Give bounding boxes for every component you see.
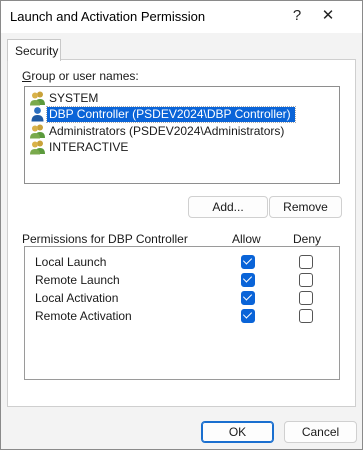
permission-name: Local Activation — [35, 291, 119, 305]
permission-row: Local Launch — [35, 253, 335, 271]
user-name: INTERACTIVE — [49, 140, 129, 154]
group-names-label: Group or user names: — [22, 69, 139, 83]
group-users-icon — [30, 124, 45, 139]
group-names-label-rest: roup or user names: — [31, 69, 139, 83]
user-name: Administrators (PSDEV2024\Administrators… — [49, 124, 285, 138]
dialog-window: Launch and Activation Permission ? ✕ Sec… — [0, 0, 363, 450]
allow-checkbox[interactable] — [241, 273, 255, 287]
group-users-icon — [30, 91, 45, 106]
add-button[interactable]: Add... — [188, 196, 268, 218]
dialog-title: Launch and Activation Permission — [10, 9, 206, 24]
group-users-icon — [30, 140, 45, 155]
permission-name: Remote Launch — [35, 273, 120, 287]
allow-header: Allow — [232, 232, 261, 246]
list-item[interactable]: Administrators (PSDEV2024\Administrators… — [27, 123, 337, 139]
deny-checkbox[interactable] — [299, 273, 313, 287]
deny-header: Deny — [293, 232, 322, 246]
list-item[interactable]: SYSTEM — [27, 90, 337, 106]
permission-row: Remote Activation — [35, 307, 335, 325]
allow-checkbox[interactable] — [241, 291, 255, 305]
tab-security-label: Security — [15, 44, 59, 58]
deny-checkbox[interactable] — [299, 309, 313, 323]
list-item[interactable]: INTERACTIVE — [27, 139, 337, 155]
remove-button[interactable]: Remove — [269, 196, 342, 218]
deny-checkbox[interactable] — [299, 291, 313, 305]
close-icon[interactable]: ✕ — [317, 5, 339, 27]
group-user-list[interactable]: SYSTEM DBP Controller (PSDEV2024\DBP Con… — [24, 86, 340, 184]
permission-row: Local Activation — [35, 289, 335, 307]
security-panel: Group or user names: SYSTEM DBP Controll… — [7, 59, 356, 407]
tab-security[interactable]: Security — [7, 39, 61, 61]
user-name: DBP Controller (PSDEV2024\DBP Controller… — [46, 106, 296, 123]
user-name: SYSTEM — [49, 91, 99, 105]
help-icon[interactable]: ? — [287, 5, 307, 27]
title-bar[interactable]: Launch and Activation Permission ? ✕ — [1, 1, 362, 33]
list-item-selected[interactable]: DBP Controller (PSDEV2024\DBP Controller… — [27, 106, 337, 123]
ok-button[interactable]: OK — [201, 421, 274, 443]
allow-checkbox[interactable] — [241, 309, 255, 323]
user-icon — [31, 107, 44, 122]
allow-checkbox[interactable] — [241, 255, 255, 269]
permissions-list: Local Launch Remote Launch Local Activat… — [24, 246, 340, 380]
cancel-button[interactable]: Cancel — [284, 421, 357, 443]
permission-name: Local Launch — [35, 255, 107, 269]
permissions-label: Permissions for DBP Controller — [22, 232, 188, 246]
deny-checkbox[interactable] — [299, 255, 313, 269]
permission-name: Remote Activation — [35, 309, 132, 323]
permission-row: Remote Launch — [35, 271, 335, 289]
